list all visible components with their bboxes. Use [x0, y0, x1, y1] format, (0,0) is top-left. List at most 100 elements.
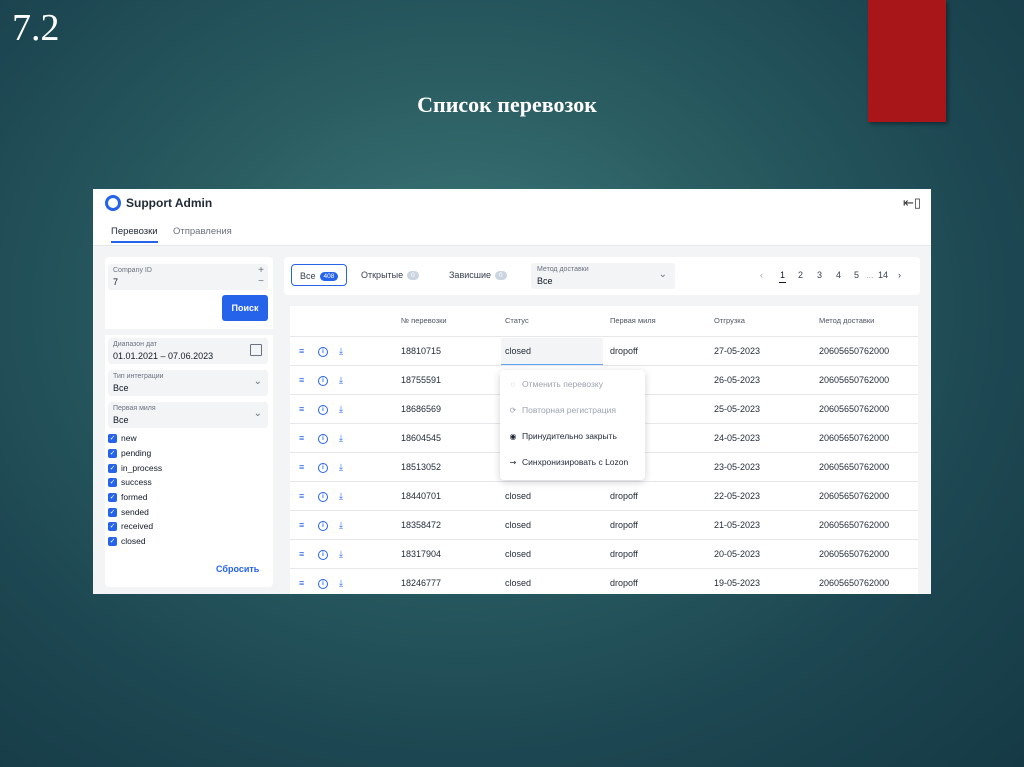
checkbox-checked-icon[interactable]: ✓	[108, 537, 117, 547]
shipment-date: 21-05-2023	[714, 520, 761, 530]
list-icon[interactable]: ≡	[299, 404, 304, 414]
pagination-page[interactable]: 2	[798, 270, 803, 280]
delivery-method-select[interactable]: Метод доставки Все ⌄	[531, 263, 675, 289]
info-icon[interactable]: i	[318, 463, 328, 473]
info-icon[interactable]: i	[318, 550, 328, 560]
delivery-method-cell: 20605650762000	[819, 346, 890, 356]
menu-item-label: Принудительно закрыть	[522, 431, 617, 441]
download-icon[interactable]: ⤓	[339, 404, 343, 415]
logout-icon[interactable]: ⇤▯	[903, 195, 921, 211]
download-icon[interactable]: ⤓	[339, 491, 343, 502]
info-icon[interactable]: i	[318, 579, 328, 589]
pagination-page[interactable]: 4	[836, 270, 841, 280]
info-icon[interactable]: i	[318, 347, 328, 357]
info-icon[interactable]: i	[318, 376, 328, 386]
filter-panel: Company ID 7 + − Поиск Диапазон дат 01.01…	[105, 257, 273, 587]
count-badge: 0	[495, 271, 507, 281]
first-mile-select[interactable]: Первая миля Все ⌄	[108, 402, 268, 428]
list-icon[interactable]: ≡	[299, 346, 304, 356]
integration-type-value: Все	[113, 383, 129, 393]
company-id-value: 7	[113, 277, 119, 287]
reset-button[interactable]: Сбросить	[216, 564, 259, 574]
info-icon[interactable]: i	[318, 405, 328, 415]
menu-item-sync[interactable]: ⇝ Синхронизировать с Lozon	[508, 457, 629, 471]
status-cell: closed	[505, 578, 532, 588]
checkbox-checked-icon[interactable]: ✓	[108, 478, 117, 488]
table-row[interactable]: ≡ i ⤓ 18810715 closed dropoff 27-05-2023…	[290, 336, 918, 366]
checkbox-checked-icon[interactable]: ✓	[108, 434, 117, 444]
menu-item-reregister[interactable]: ⟳ Повторная регистрация	[508, 405, 616, 419]
menu-item-cancel[interactable]: ◌ Отменить перевозку	[508, 379, 603, 393]
tab-dispatches[interactable]: Отправления	[173, 226, 232, 237]
download-icon[interactable]: ⤓	[339, 346, 343, 357]
download-icon[interactable]: ⤓	[339, 375, 343, 386]
status-checkbox[interactable]: ✓ success	[108, 477, 152, 489]
status-context-menu: ◌ Отменить перевозку ⟳ Повторная регистрац…	[500, 370, 645, 480]
delivery-method-cell: 20605650762000	[819, 375, 890, 385]
checkbox-checked-icon[interactable]: ✓	[108, 464, 117, 474]
segment-stuck[interactable]: Зависшие 0	[449, 264, 507, 286]
checkbox-checked-icon[interactable]: ✓	[108, 508, 117, 518]
column-header[interactable]: Статус	[505, 316, 529, 325]
list-icon[interactable]: ≡	[299, 549, 304, 559]
info-icon[interactable]: i	[318, 434, 328, 444]
company-id-field[interactable]: Company ID 7 + −	[108, 264, 268, 290]
download-icon[interactable]: ⤓	[339, 520, 343, 531]
menu-item-label: Повторная регистрация	[522, 405, 616, 415]
table-row[interactable]: ≡ i ⤓ 18358472 closed dropoff 21-05-2023…	[290, 510, 918, 540]
shipment-id: 18604545	[401, 433, 442, 443]
status-select-active[interactable]: closed	[501, 338, 603, 366]
list-icon[interactable]: ≡	[299, 375, 304, 385]
first-mile-cell: dropoff	[610, 549, 638, 559]
shipments-table: № перевозки Статус Первая миля Отгрузка …	[290, 306, 918, 594]
pagination-prev-icon[interactable]: ‹	[760, 270, 763, 280]
info-icon[interactable]: i	[318, 492, 328, 502]
status-checkbox[interactable]: ✓ sended	[108, 507, 149, 519]
first-mile-label: Первая миля	[113, 405, 156, 412]
column-header[interactable]: № перевозки	[401, 316, 447, 325]
status-label: in_process	[121, 463, 163, 473]
list-icon[interactable]: ≡	[299, 491, 304, 501]
segment-open[interactable]: Открытые 0	[361, 264, 419, 286]
status-checkbox[interactable]: ✓ new	[108, 433, 137, 445]
delivery-method-cell: 20605650762000	[819, 578, 890, 588]
download-icon[interactable]: ⤓	[339, 549, 343, 560]
list-icon[interactable]: ≡	[299, 578, 304, 588]
status-checkbox[interactable]: ✓ received	[108, 521, 153, 533]
tab-shipments[interactable]: Перевозки	[111, 226, 158, 243]
pagination-page[interactable]: 5	[854, 270, 859, 280]
list-icon[interactable]: ≡	[299, 433, 304, 443]
info-icon[interactable]: i	[318, 521, 328, 531]
date-range-field[interactable]: Диапазон дат 01.01.2021 – 07.06.2023	[108, 338, 268, 364]
status-checkbox[interactable]: ✓ closed	[108, 536, 146, 548]
download-icon[interactable]: ⤓	[339, 578, 343, 589]
menu-item-force-close[interactable]: ◉ Принудительно закрыть	[508, 431, 617, 445]
status-checkbox[interactable]: ✓ in_process	[108, 463, 162, 475]
calendar-icon[interactable]	[250, 344, 262, 356]
table-row[interactable]: ≡ i ⤓ 18440701 closed dropoff 22-05-2023…	[290, 481, 918, 511]
pagination-page[interactable]: 14	[878, 270, 888, 280]
download-icon[interactable]: ⤓	[339, 462, 343, 473]
table-row[interactable]: ≡ i ⤓ 18317904 closed dropoff 20-05-2023…	[290, 539, 918, 569]
download-icon[interactable]: ⤓	[339, 433, 343, 444]
segment-all[interactable]: Все 408	[291, 264, 347, 286]
checkbox-checked-icon[interactable]: ✓	[108, 449, 117, 459]
segment-label: Зависшие	[449, 270, 492, 280]
status-checkbox[interactable]: ✓ formed	[108, 492, 147, 504]
table-row[interactable]: ≡ i ⤓ 18246777 closed dropoff 19-05-2023…	[290, 568, 918, 594]
search-button[interactable]: Поиск	[222, 295, 268, 321]
shipment-id: 18686569	[401, 404, 442, 414]
list-icon[interactable]: ≡	[299, 520, 304, 530]
stepper-icon[interactable]: + −	[258, 265, 264, 287]
column-header[interactable]: Метод доставки	[819, 316, 874, 325]
pagination-page[interactable]: 1	[778, 270, 787, 283]
pagination-next-icon[interactable]: ›	[898, 270, 901, 280]
list-icon[interactable]: ≡	[299, 462, 304, 472]
pagination-page[interactable]: 3	[817, 270, 822, 280]
checkbox-checked-icon[interactable]: ✓	[108, 522, 117, 532]
column-header[interactable]: Первая миля	[610, 316, 656, 325]
checkbox-checked-icon[interactable]: ✓	[108, 493, 117, 503]
status-checkbox[interactable]: ✓ pending	[108, 448, 151, 460]
column-header[interactable]: Отгрузка	[714, 316, 745, 325]
integration-type-select[interactable]: Тип интеграции Все ⌄	[108, 370, 268, 396]
